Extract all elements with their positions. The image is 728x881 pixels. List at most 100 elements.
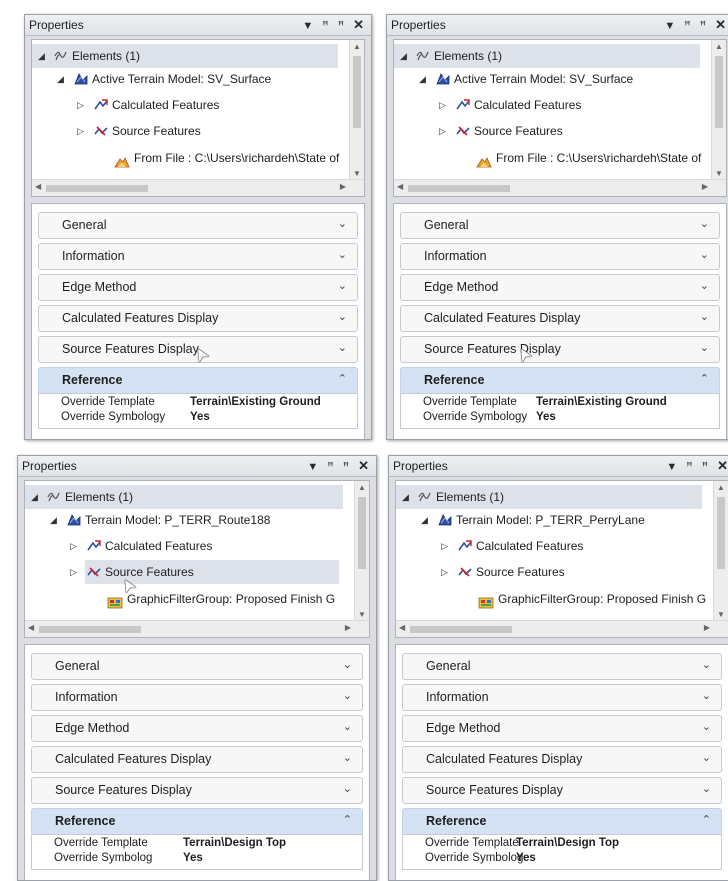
section-edge-method[interactable]: Edge Method ⌄ bbox=[38, 274, 358, 301]
horizontal-scroll-thumb[interactable] bbox=[410, 626, 512, 633]
scroll-down-icon[interactable]: ▼ bbox=[717, 610, 725, 619]
collapsed-arrow-icon[interactable]: ▷ bbox=[441, 560, 448, 584]
expanded-arrow-icon[interactable]: ◢ bbox=[402, 485, 409, 509]
section-calculated-features-display[interactable]: Calculated Features Display ⌄ bbox=[31, 746, 363, 773]
vertical-scroll-thumb[interactable] bbox=[353, 56, 361, 128]
property-row-override-template[interactable]: Override Template Terrain\Design Top bbox=[403, 837, 721, 852]
tree-row-calculated-features[interactable]: ▷ Calculated Features bbox=[396, 534, 714, 558]
chevron-down-icon[interactable]: ⌄ bbox=[700, 217, 709, 230]
property-row-override-template[interactable]: Override Template Terrain\Design Top bbox=[32, 837, 362, 852]
close-icon[interactable]: ✕ bbox=[717, 458, 728, 474]
element-tree[interactable]: ◢ Elements (1) ◢ Active Terrain Model: S… bbox=[393, 39, 727, 197]
collapsed-arrow-icon[interactable]: ▷ bbox=[77, 119, 84, 143]
collapsed-arrow-icon[interactable]: ▷ bbox=[70, 560, 77, 584]
property-row-override-symbology[interactable]: Override Symbology Yes bbox=[39, 411, 357, 426]
tree-row-reference-source[interactable]: From File : C:\Users\richardeh\State of bbox=[394, 146, 712, 170]
section-reference[interactable]: Reference ⌃ bbox=[402, 808, 722, 835]
collapsed-arrow-icon[interactable]: ▷ bbox=[441, 534, 448, 558]
property-row-override-symbology[interactable]: Override Symbolog Yes bbox=[403, 852, 721, 867]
chevron-down-icon[interactable]: ⌄ bbox=[702, 689, 711, 702]
section-reference[interactable]: Reference ⌃ bbox=[38, 367, 358, 394]
chevron-down-icon[interactable]: ⌄ bbox=[338, 310, 347, 323]
section-source-features-display[interactable]: Source Features Display ⌄ bbox=[402, 777, 722, 804]
scroll-left-icon[interactable]: ◀ bbox=[399, 623, 405, 632]
scroll-right-icon[interactable]: ▶ bbox=[702, 182, 708, 191]
section-information[interactable]: Information ⌄ bbox=[31, 684, 363, 711]
section-edge-method[interactable]: Edge Method ⌄ bbox=[402, 715, 722, 742]
tree-row-calculated-features[interactable]: ▷ Calculated Features bbox=[25, 534, 355, 558]
element-tree[interactable]: ◢ Elements (1) ◢ Terrain Model: P_TERR_R… bbox=[24, 480, 370, 638]
tree-row-elements[interactable]: ◢ Elements (1) bbox=[32, 44, 338, 68]
dock-pin-icon[interactable]: ꟸ bbox=[338, 19, 347, 32]
property-row-override-symbology[interactable]: Override Symbology Yes bbox=[401, 411, 719, 426]
section-information[interactable]: Information ⌄ bbox=[400, 243, 720, 270]
collapsed-arrow-icon[interactable]: ▷ bbox=[70, 534, 77, 558]
dropdown-menu-icon[interactable]: ▼ bbox=[307, 461, 321, 473]
chevron-down-icon[interactable]: ⌄ bbox=[343, 689, 352, 702]
tree-row-elements[interactable]: ◢ Elements (1) bbox=[25, 485, 343, 509]
chevron-up-icon[interactable]: ⌃ bbox=[702, 813, 711, 826]
tree-horizontal-scrollbar[interactable]: ◀ ▶ bbox=[396, 620, 728, 637]
tree-horizontal-scrollbar[interactable]: ◀ ▶ bbox=[32, 179, 364, 196]
chevron-down-icon[interactable]: ⌄ bbox=[702, 782, 711, 795]
scroll-up-icon[interactable]: ▲ bbox=[715, 42, 723, 51]
close-icon[interactable]: ✕ bbox=[715, 17, 728, 33]
override-template-value[interactable]: Terrain\Design Top bbox=[183, 837, 286, 849]
chevron-up-icon[interactable]: ⌃ bbox=[338, 372, 347, 385]
chevron-down-icon[interactable]: ⌄ bbox=[338, 248, 347, 261]
element-tree[interactable]: ◢ Elements (1) ◢ Terrain Model: P_TERR_P… bbox=[395, 480, 728, 638]
section-source-features-display[interactable]: Source Features Display ⌄ bbox=[31, 777, 363, 804]
chevron-down-icon[interactable]: ⌄ bbox=[700, 310, 709, 323]
section-reference[interactable]: Reference ⌃ bbox=[31, 808, 363, 835]
tree-row-reference-source[interactable]: GraphicFilterGroup: Proposed Finish G bbox=[396, 587, 714, 611]
expanded-arrow-icon[interactable]: ◢ bbox=[400, 44, 407, 68]
section-general[interactable]: General ⌄ bbox=[400, 212, 720, 239]
chevron-down-icon[interactable]: ⌄ bbox=[338, 217, 347, 230]
chevron-down-icon[interactable]: ⌄ bbox=[343, 782, 352, 795]
section-general[interactable]: General ⌄ bbox=[31, 653, 363, 680]
element-tree[interactable]: ◢ Elements (1) ◢ Active Terrain Model: S… bbox=[31, 39, 365, 197]
tree-vertical-scrollbar[interactable]: ▲ ▼ bbox=[711, 40, 726, 180]
section-general[interactable]: General ⌄ bbox=[402, 653, 722, 680]
section-source-features-display[interactable]: Source Features Display ⌄ bbox=[400, 336, 720, 363]
panel-titlebar[interactable]: Properties ▼ ꟸ ꟸ ✕ bbox=[25, 15, 371, 36]
scroll-up-icon[interactable]: ▲ bbox=[353, 42, 361, 51]
chevron-down-icon[interactable]: ⌄ bbox=[702, 658, 711, 671]
section-calculated-features-display[interactable]: Calculated Features Display ⌄ bbox=[38, 305, 358, 332]
chevron-down-icon[interactable]: ⌄ bbox=[343, 720, 352, 733]
section-edge-method[interactable]: Edge Method ⌄ bbox=[31, 715, 363, 742]
expanded-arrow-icon[interactable]: ◢ bbox=[421, 508, 428, 532]
section-calculated-features-display[interactable]: Calculated Features Display ⌄ bbox=[400, 305, 720, 332]
collapsed-arrow-icon[interactable]: ▷ bbox=[439, 119, 446, 143]
tree-row-elements[interactable]: ◢ Elements (1) bbox=[396, 485, 702, 509]
chevron-down-icon[interactable]: ⌄ bbox=[700, 248, 709, 261]
chevron-down-icon[interactable]: ⌄ bbox=[338, 279, 347, 292]
panel-titlebar[interactable]: Properties ▼ ꟸ ꟸ ✕ bbox=[387, 15, 728, 36]
override-symbology-value[interactable]: Yes bbox=[516, 852, 536, 864]
tree-row-source-features[interactable]: ▷ Source Features bbox=[396, 560, 714, 584]
tree-row-terrain-model[interactable]: ◢ Terrain Model: P_TERR_PerryLane bbox=[396, 508, 714, 532]
dock-pin-icon[interactable]: ꟸ bbox=[343, 460, 352, 473]
autohide-pin-icon[interactable]: ꟸ bbox=[686, 460, 695, 473]
property-row-override-symbology[interactable]: Override Symbolog Yes bbox=[32, 852, 362, 867]
chevron-down-icon[interactable]: ⌄ bbox=[700, 341, 709, 354]
tree-horizontal-scrollbar[interactable]: ◀ ▶ bbox=[394, 179, 726, 196]
tree-row-reference-source[interactable]: GraphicFilterGroup: Proposed Finish G bbox=[25, 587, 355, 611]
chevron-up-icon[interactable]: ⌃ bbox=[700, 372, 709, 385]
vertical-scroll-thumb[interactable] bbox=[717, 497, 725, 569]
scroll-left-icon[interactable]: ◀ bbox=[35, 182, 41, 191]
dropdown-menu-icon[interactable]: ▼ bbox=[302, 20, 316, 32]
dock-pin-icon[interactable]: ꟸ bbox=[700, 19, 709, 32]
chevron-down-icon[interactable]: ⌄ bbox=[343, 751, 352, 764]
autohide-pin-icon[interactable]: ꟸ bbox=[322, 19, 331, 32]
close-icon[interactable]: ✕ bbox=[358, 458, 372, 474]
property-row-override-template[interactable]: Override Template Terrain\Existing Groun… bbox=[39, 396, 357, 411]
tree-row-calculated-features[interactable]: ▷ Calculated Features bbox=[394, 93, 712, 117]
expanded-arrow-icon[interactable]: ◢ bbox=[50, 508, 57, 532]
chevron-down-icon[interactable]: ⌄ bbox=[700, 279, 709, 292]
close-icon[interactable]: ✕ bbox=[353, 17, 367, 33]
tree-row-source-features[interactable]: ▷ Source Features bbox=[394, 119, 712, 143]
override-symbology-value[interactable]: Yes bbox=[536, 411, 556, 423]
tree-row-terrain-model[interactable]: ◢ Active Terrain Model: SV_Surface bbox=[32, 67, 350, 91]
tree-row-calculated-features[interactable]: ▷ Calculated Features bbox=[32, 93, 350, 117]
